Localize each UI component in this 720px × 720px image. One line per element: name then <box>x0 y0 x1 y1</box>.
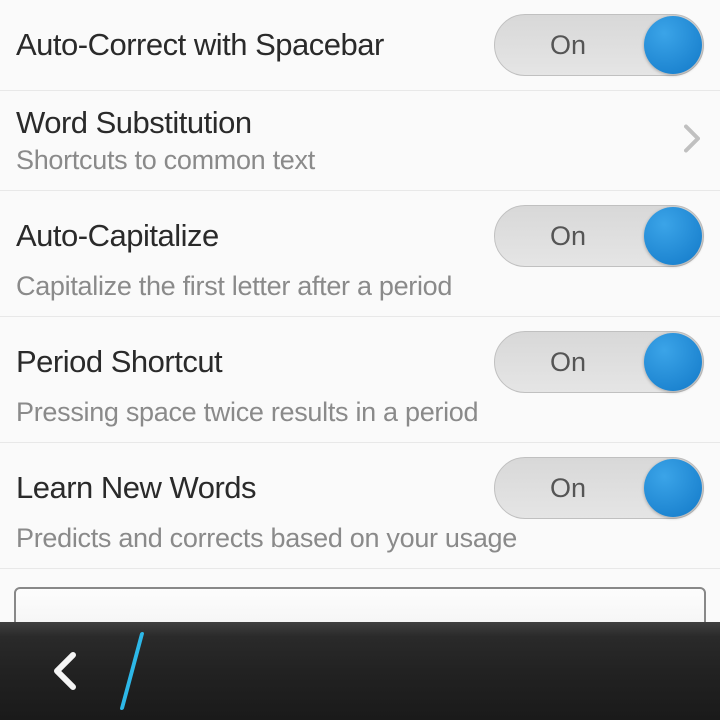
bottom-bar <box>0 622 720 720</box>
setting-title: Word Substitution <box>16 105 660 141</box>
setting-subtitle: Pressing space twice results in a period <box>16 397 704 428</box>
setting-auto-correct: Auto-Correct with Spacebar On <box>0 0 720 91</box>
setting-title: Auto-Capitalize <box>16 218 219 254</box>
setting-auto-capitalize: Auto-Capitalize On Capitalize the first … <box>0 191 720 317</box>
toggle-knob <box>644 207 702 265</box>
setting-title: Learn New Words <box>16 470 256 506</box>
toggle-label: On <box>495 473 641 504</box>
learn-new-words-toggle[interactable]: On <box>494 457 704 519</box>
setting-subtitle: Capitalize the first letter after a peri… <box>16 271 704 302</box>
toggle-knob <box>644 459 702 517</box>
setting-learn-new-words: Learn New Words On Predicts and corrects… <box>0 443 720 569</box>
toggle-label: On <box>495 221 641 252</box>
toggle-knob <box>644 16 702 74</box>
setting-subtitle: Predicts and corrects based on your usag… <box>16 523 704 554</box>
setting-title: Period Shortcut <box>16 344 222 380</box>
auto-capitalize-toggle[interactable]: On <box>494 205 704 267</box>
toggle-label: On <box>495 347 641 378</box>
setting-title: Auto-Correct with Spacebar <box>16 27 384 63</box>
chevron-right-icon <box>684 124 700 157</box>
auto-correct-toggle[interactable]: On <box>494 14 704 76</box>
toggle-label: On <box>495 30 641 61</box>
period-shortcut-toggle[interactable]: On <box>494 331 704 393</box>
toggle-knob <box>644 333 702 391</box>
setting-word-substitution[interactable]: Word Substitution Shortcuts to common te… <box>0 91 720 191</box>
back-icon <box>51 649 79 693</box>
back-button[interactable] <box>0 622 130 720</box>
setting-subtitle: Shortcuts to common text <box>16 145 660 176</box>
setting-period-shortcut: Period Shortcut On Pressing space twice … <box>0 317 720 443</box>
